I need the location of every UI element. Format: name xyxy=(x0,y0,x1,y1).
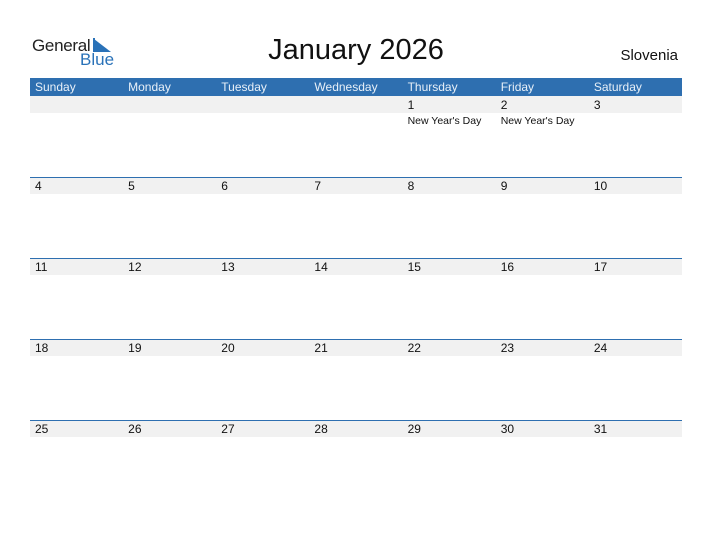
weekday-sunday: Sunday xyxy=(35,80,76,94)
weekday-thursday: Thursday xyxy=(407,80,458,94)
week-days: 4 5 6 7 8 9 10 xyxy=(30,177,682,258)
day-number: 5 xyxy=(128,179,135,193)
day-cell: 24 xyxy=(589,339,682,420)
day-cell: 21 xyxy=(309,339,402,420)
weekday-monday: Monday xyxy=(128,80,171,94)
day-number: 18 xyxy=(35,341,49,355)
weekday-friday: Friday xyxy=(500,80,535,94)
day-cell: 3 xyxy=(589,96,682,177)
day-cell: 30 xyxy=(496,420,589,501)
day-number: 17 xyxy=(593,260,608,274)
day-number: 23 xyxy=(500,341,515,355)
holiday-label: New Year's Day xyxy=(407,115,482,127)
week-row: 18 19 20 21 22 23 24 xyxy=(30,339,682,420)
day-cell: 1 New Year's Day xyxy=(403,96,496,177)
day-cell: 4 xyxy=(30,177,123,258)
day-number: 7 xyxy=(314,179,322,193)
day-cell xyxy=(216,96,309,177)
week-days: 18 19 20 21 22 23 24 xyxy=(30,339,682,420)
day-number: 2 xyxy=(500,98,508,112)
day-number: 4 xyxy=(35,179,42,193)
day-number: 15 xyxy=(407,260,421,274)
day-cell: 6 xyxy=(216,177,309,258)
day-number: 21 xyxy=(314,341,328,355)
day-number: 12 xyxy=(128,260,142,274)
day-cell: 12 xyxy=(123,258,216,339)
day-cell: 26 xyxy=(123,420,216,501)
day-cell: 5 xyxy=(123,177,216,258)
weekday-header: Sunday Monday Tuesday Wednesday Thursday… xyxy=(30,78,682,96)
day-cell: 25 xyxy=(30,420,123,501)
day-cell xyxy=(309,96,402,177)
week-days: 1 New Year's Day 2 New Year's Day 3 xyxy=(30,96,682,177)
day-cell: 13 xyxy=(216,258,309,339)
day-cell: 19 xyxy=(123,339,216,420)
day-cell xyxy=(123,96,216,177)
day-number: 25 xyxy=(35,422,49,436)
day-cell: 20 xyxy=(216,339,309,420)
day-cell: 9 xyxy=(496,177,589,258)
day-number: 3 xyxy=(593,98,601,112)
day-cell: 7 xyxy=(309,177,402,258)
day-number: 22 xyxy=(407,341,421,355)
day-cell: 11 xyxy=(30,258,123,339)
weekday-wednesday: Wednesday xyxy=(314,80,378,94)
day-number: 9 xyxy=(500,179,508,193)
day-number: 29 xyxy=(407,422,421,436)
day-number: 28 xyxy=(314,422,328,436)
week-row: 25 26 27 28 29 30 31 xyxy=(30,420,682,501)
holiday-label: New Year's Day xyxy=(500,115,575,127)
day-cell: 2 New Year's Day xyxy=(496,96,589,177)
week-row: 11 12 13 14 15 16 17 xyxy=(30,258,682,339)
week-days: 25 26 27 28 29 30 31 xyxy=(30,420,682,501)
week-days: 11 12 13 14 15 16 17 xyxy=(30,258,682,339)
week-row: 4 5 6 7 8 9 10 xyxy=(30,177,682,258)
day-number: 13 xyxy=(221,260,235,274)
day-number: 19 xyxy=(128,341,142,355)
day-number: 10 xyxy=(593,179,608,193)
day-cell: 23 xyxy=(496,339,589,420)
day-number: 30 xyxy=(500,422,515,436)
day-number: 8 xyxy=(407,179,415,193)
day-cell: 8 xyxy=(403,177,496,258)
day-cell: 17 xyxy=(589,258,682,339)
day-number: 31 xyxy=(593,422,608,436)
day-number: 20 xyxy=(221,341,235,355)
weekday-tuesday: Tuesday xyxy=(221,80,267,94)
day-number: 14 xyxy=(314,260,328,274)
weeks-container: 1 New Year's Day 2 New Year's Day 3 4 5 6 7 8 9 10 1… xyxy=(30,96,682,501)
day-cell: 22 xyxy=(403,339,496,420)
weekday-saturday: Saturday xyxy=(593,80,642,94)
day-cell: 15 xyxy=(403,258,496,339)
day-number: 1 xyxy=(407,98,415,112)
day-number: 6 xyxy=(221,179,228,193)
day-number: 27 xyxy=(221,422,235,436)
day-cell: 18 xyxy=(30,339,123,420)
day-number: 16 xyxy=(500,260,515,274)
day-cell: 10 xyxy=(589,177,682,258)
day-cell: 29 xyxy=(403,420,496,501)
day-number: 24 xyxy=(593,341,608,355)
day-cell: 14 xyxy=(309,258,402,339)
page-title: January 2026 xyxy=(268,34,444,66)
day-cell xyxy=(30,96,123,177)
calendar: Sunday Monday Tuesday Wednesday Thursday… xyxy=(30,78,682,501)
day-cell: 28 xyxy=(309,420,402,501)
day-number: 26 xyxy=(128,422,142,436)
week-row: 1 New Year's Day 2 New Year's Day 3 xyxy=(30,96,682,177)
day-number: 11 xyxy=(35,260,48,274)
day-cell: 31 xyxy=(589,420,682,501)
day-cell: 27 xyxy=(216,420,309,501)
day-cell: 16 xyxy=(496,258,589,339)
country-label: Slovenia xyxy=(620,47,678,64)
